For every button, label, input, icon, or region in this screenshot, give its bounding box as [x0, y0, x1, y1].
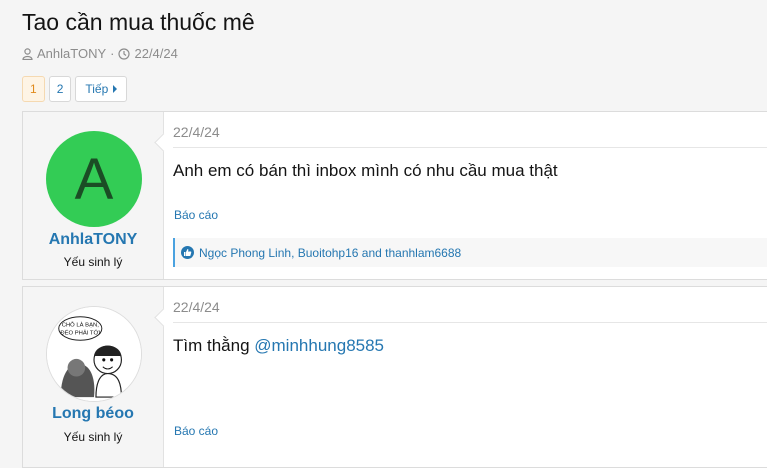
page-2-button[interactable]: 2: [48, 76, 72, 102]
user-title: Yếu sinh lý: [63, 255, 123, 269]
post-date[interactable]: 22/4/24: [173, 124, 220, 140]
report-link[interactable]: Báo cáo: [174, 424, 218, 438]
post-message: Anh em có bán thì inbox mình có nhu cầu …: [173, 161, 558, 180]
avatar-caption-line1: CHỖ LÀ BẠN,: [62, 322, 99, 329]
username-link[interactable]: AnhlaTONY: [23, 231, 163, 249]
post-user-panel: A AnhlaTONY Yếu sinh lý: [23, 112, 164, 279]
thread-meta: AnhlaTONY · 22/4/24: [22, 46, 178, 61]
post-date[interactable]: 22/4/24: [173, 299, 220, 315]
thread-author-link[interactable]: AnhlaTONY: [37, 46, 106, 61]
reactions-list: Ngọc Phong Linh, Buoitohp16 and thanhlam…: [199, 245, 462, 260]
divider: [173, 147, 767, 148]
message-text: Tìm thằng: [173, 336, 255, 355]
post-user-panel: CHỖ LÀ BẠN, ĐÉO PHẢI TỚI Long béoo Yếu s…: [23, 287, 164, 467]
caret-right-icon: [113, 85, 118, 93]
thread-date[interactable]: 22/4/24: [134, 46, 177, 61]
thread-title: Tao cần mua thuốc mê: [22, 9, 255, 35]
user-mention-link[interactable]: @minhhung8585: [254, 336, 384, 355]
post-message: Tìm thằng @minhhung8585: [173, 336, 384, 356]
next-page-button[interactable]: Tiếp: [75, 76, 128, 102]
meta-separator: ·: [110, 46, 115, 61]
page-1-button[interactable]: 1: [22, 76, 45, 102]
user-icon: [22, 47, 33, 60]
avatar[interactable]: CHỖ LÀ BẠN, ĐÉO PHẢI TỚI: [46, 306, 142, 402]
user-title: Yếu sinh lý: [63, 430, 123, 444]
username-link[interactable]: Long béoo: [23, 405, 163, 423]
pagination: 1 2 Tiếp: [22, 76, 128, 102]
post: CHỖ LÀ BẠN, ĐÉO PHẢI TỚI Long béoo Yếu s…: [22, 286, 767, 468]
cartoon-avatar-image: CHỖ LÀ BẠN, ĐÉO PHẢI TỚI: [47, 307, 141, 401]
divider: [173, 322, 767, 323]
like-icon: [181, 246, 194, 259]
avatar[interactable]: A: [46, 131, 142, 227]
avatar-caption-line2: ĐÉO PHẢI TỚI: [60, 329, 100, 336]
reactions-bar[interactable]: Ngọc Phong Linh, Buoitohp16 and thanhlam…: [173, 238, 767, 267]
post: A AnhlaTONY Yếu sinh lý 22/4/24 Anh em c…: [22, 111, 767, 280]
avatar-letter: A: [74, 146, 114, 212]
next-page-label: Tiếp: [85, 82, 109, 96]
report-link[interactable]: Báo cáo: [174, 208, 218, 222]
clock-icon: [118, 47, 131, 60]
